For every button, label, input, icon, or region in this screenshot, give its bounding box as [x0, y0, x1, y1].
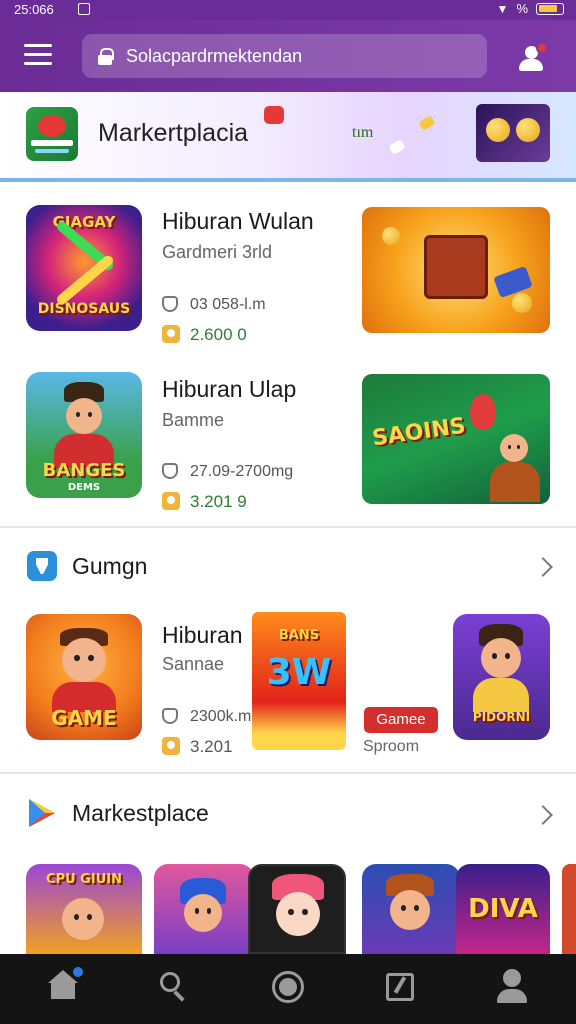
battery-percent: %: [516, 1, 528, 16]
game-icon-tile[interactable]: CPU GIUIN: [26, 864, 142, 954]
chevron-right-icon[interactable]: [533, 557, 553, 577]
game-art-tile[interactable]: [362, 207, 550, 333]
search-bar[interactable]: Solacpardrmektendan: [82, 34, 487, 78]
shield-icon: [162, 296, 178, 312]
banner-subtitle: tım: [352, 124, 374, 141]
game-icon-tile[interactable]: DIVA: [456, 864, 550, 954]
bottom-navigation: [0, 954, 576, 1024]
item-rating: 3.201: [190, 737, 233, 756]
search-text: Solacpardrmektendan: [126, 45, 303, 66]
item-subtitle: Gardmeri 3rld: [162, 242, 273, 262]
section-divider: [0, 772, 576, 774]
banner-art: [476, 104, 550, 162]
shield-icon: [27, 551, 57, 581]
record-icon[interactable]: [248, 954, 328, 1024]
home-icon[interactable]: [22, 954, 102, 1024]
chevron-right-icon[interactable]: [533, 805, 553, 825]
section-title[interactable]: Markestplace: [72, 800, 209, 827]
item-size: 27.09-2700mg: [190, 463, 294, 480]
item-title[interactable]: Hiburan Ulap: [162, 376, 296, 403]
battery-icon: [536, 2, 564, 15]
wifi-icon: ▼: [496, 1, 509, 16]
game-icon-tile[interactable]: GIAGAY DISNOSAUS: [26, 205, 142, 331]
status-icons: ▼ %: [497, 1, 564, 16]
game-icon-tile[interactable]: BANGES DEMS: [26, 372, 142, 498]
game-icon-tile[interactable]: [362, 864, 460, 954]
section-title[interactable]: Gumgn: [72, 553, 147, 580]
app-logo: [26, 107, 78, 161]
game-icon-tile[interactable]: [562, 864, 576, 954]
item-size: 2300k.mg: [190, 708, 261, 725]
item-size: 03 058-l.m: [190, 296, 266, 313]
item-subtitle: Bamme: [162, 410, 225, 430]
item-rating: 3.201 9: [190, 492, 247, 511]
profile-icon[interactable]: [472, 954, 552, 1024]
notification-icon: [78, 3, 90, 15]
confetti-decoration: [418, 115, 436, 131]
item-title[interactable]: Hiburan: [162, 622, 243, 649]
user-notify-icon[interactable]: [516, 42, 548, 72]
item-title[interactable]: Hiburan Wulan: [162, 208, 314, 235]
genre-tag-button[interactable]: Gamee: [364, 707, 438, 733]
app-bar: Solacpardrmektendan: [0, 20, 576, 92]
game-icon-tile[interactable]: GAME: [26, 614, 142, 740]
status-bar: 25:066 ▼ %: [0, 0, 576, 20]
tag-subtitle: Sproom: [363, 738, 420, 755]
banner-title: Markertplacia: [98, 119, 249, 147]
game-art-tile[interactable]: SAOINS: [362, 374, 550, 504]
rating-icon: [162, 325, 180, 343]
search-icon[interactable]: [132, 954, 212, 1024]
shield-icon: [162, 463, 178, 479]
lock-icon: [98, 48, 114, 65]
marketplace-banner[interactable]: Markertplacia tım: [0, 92, 576, 182]
game-icon-tile[interactable]: PIDORNI: [453, 614, 550, 740]
status-time: 25:066: [14, 2, 54, 17]
edit-icon[interactable]: [360, 954, 440, 1024]
confetti-decoration: [388, 139, 406, 155]
menu-icon[interactable]: [24, 44, 52, 68]
rating-icon: [162, 492, 180, 510]
game-art-tile[interactable]: BANS 3W: [252, 612, 346, 750]
rating-icon: [162, 737, 180, 755]
game-icon-tile[interactable]: [248, 864, 346, 954]
banner-badge: [264, 106, 284, 124]
game-icon-tile[interactable]: [154, 864, 254, 954]
shield-icon: [162, 708, 178, 724]
item-rating: 2.600 0: [190, 325, 247, 344]
section-divider: [0, 526, 576, 528]
play-store-icon: [27, 797, 57, 829]
item-subtitle: Sannae: [162, 654, 225, 674]
